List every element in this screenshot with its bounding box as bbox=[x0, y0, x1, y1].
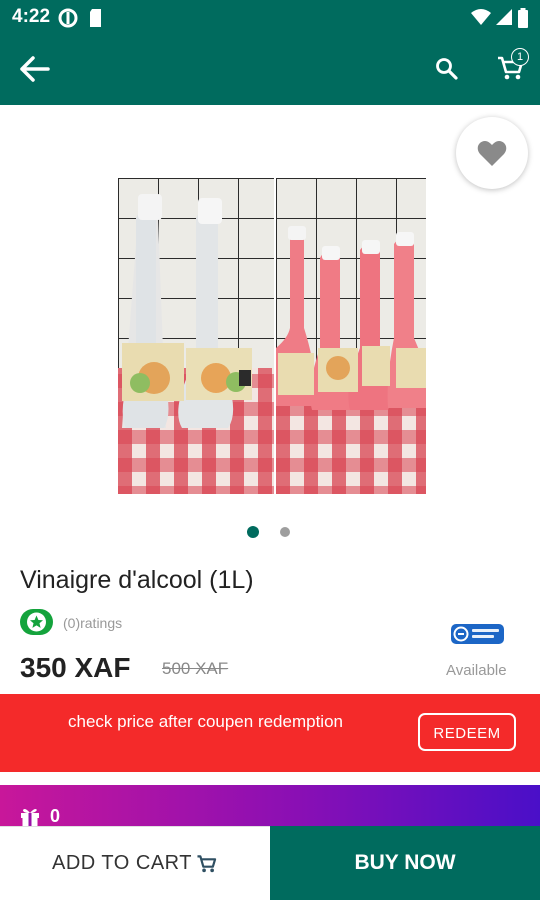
coupon-message: check price after coupen redemption bbox=[68, 712, 343, 731]
redeem-button[interactable]: REDEEM bbox=[418, 713, 516, 751]
product-title: Vinaigre d'alcool (1L) bbox=[20, 566, 254, 594]
signal-icon bbox=[496, 9, 512, 25]
original-price: 500 XAF bbox=[162, 659, 229, 678]
ratings-count: (0)ratings bbox=[63, 615, 123, 631]
heart-icon bbox=[477, 141, 507, 166]
favorite-button[interactable] bbox=[456, 117, 528, 189]
carousel-indicator bbox=[0, 526, 540, 538]
gift-icon bbox=[21, 809, 39, 827]
gift-count: 0 bbox=[50, 806, 61, 826]
star-icon bbox=[27, 612, 46, 632]
status-bar: 4:22 bbox=[0, 0, 540, 34]
sim-card-icon bbox=[90, 9, 101, 27]
product-image-pink-bottles[interactable] bbox=[276, 178, 426, 494]
app-bar: 1 bbox=[0, 34, 540, 105]
buy-now-button[interactable]: BUY NOW bbox=[270, 826, 540, 900]
data-saver-icon bbox=[58, 8, 78, 28]
gift-points-bar[interactable]: 0 bbox=[0, 785, 540, 827]
cart-icon bbox=[197, 855, 217, 873]
wifi-icon bbox=[471, 9, 491, 25]
coupon-banner: check price after coupen redemption REDE… bbox=[0, 694, 540, 772]
search-icon[interactable] bbox=[434, 54, 460, 84]
carousel-dot[interactable] bbox=[280, 527, 290, 537]
battery-icon bbox=[518, 8, 528, 28]
delivery-badge-icon bbox=[451, 624, 504, 644]
product-price: 350 XAF bbox=[20, 652, 131, 683]
availability-status: Available bbox=[446, 662, 507, 679]
back-arrow-icon[interactable] bbox=[18, 54, 52, 84]
product-image-clear-bottles[interactable] bbox=[118, 178, 274, 494]
carousel-dot-active[interactable] bbox=[247, 526, 259, 538]
buy-now-label: BUY NOW bbox=[354, 851, 456, 874]
add-to-cart-button[interactable]: ADD TO CART bbox=[0, 826, 270, 900]
rating-badge bbox=[20, 609, 53, 635]
cart-count-badge: 1 bbox=[511, 48, 529, 66]
add-to-cart-label: ADD TO CART bbox=[52, 852, 192, 874]
status-time: 4:22 bbox=[12, 6, 51, 27]
